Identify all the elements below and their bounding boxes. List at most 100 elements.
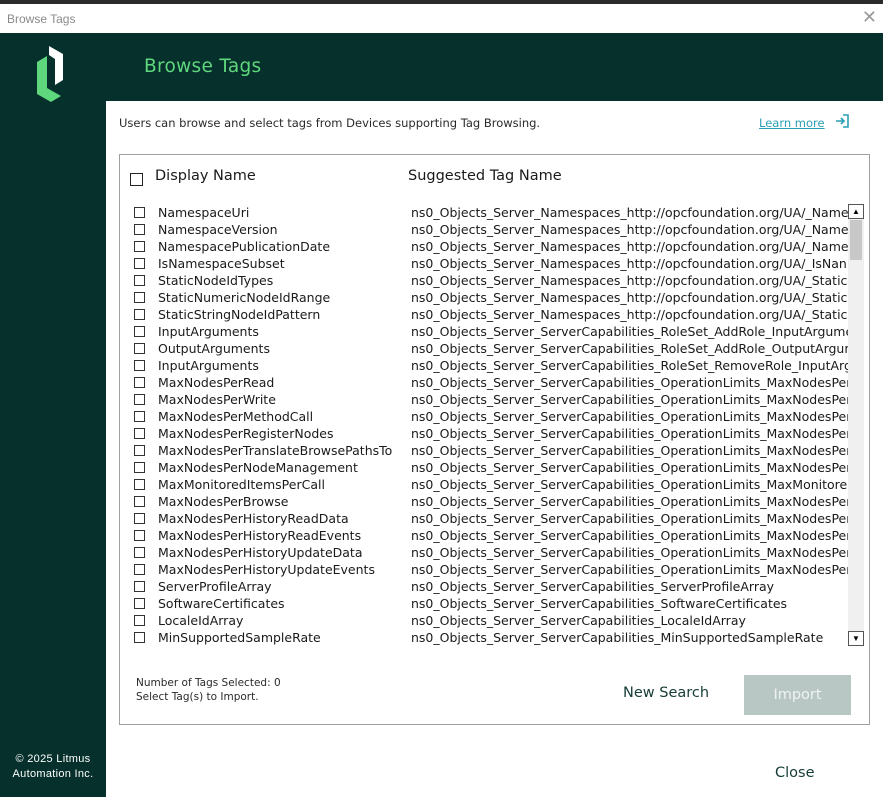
suggested-tag-cell: ns0_Objects_Server_ServerCapabilities_Op… <box>411 494 848 509</box>
row-checkbox[interactable] <box>134 615 145 626</box>
row-checkbox[interactable] <box>134 428 145 439</box>
tags-panel: Display Name Suggested Tag Name Namespac… <box>119 154 870 725</box>
display-name-cell: MaxMonitoredItemsPerCall <box>158 477 325 492</box>
table-row[interactable]: StaticStringNodeIdPattern ns0_Objects_Ser… <box>134 306 848 323</box>
table-row[interactable]: LocaleIdArray ns0_Objects_Server_ServerCa… <box>134 612 848 629</box>
scroll-down-icon[interactable]: ▼ <box>848 631 864 646</box>
row-checkbox[interactable] <box>134 445 145 456</box>
table-row[interactable]: MaxNodesPerBrowse ns0_Objects_Server_Serv… <box>134 493 848 510</box>
window-close-icon[interactable]: ✕ <box>862 7 877 28</box>
suggested-tag-cell: ns0_Objects_Server_Namespaces_http://opc… <box>411 307 848 322</box>
table-row[interactable]: MinSupportedSampleRate ns0_Objects_Server… <box>134 629 848 646</box>
table-row[interactable]: NamespacePublicationDate ns0_Objects_Serv… <box>134 238 848 255</box>
table-row[interactable]: MaxNodesPerHistoryReadData ns0_Objects_Se… <box>134 510 848 527</box>
table-row[interactable]: MaxNodesPerNodeManagement ns0_Objects_Ser… <box>134 459 848 476</box>
suggested-tag-cell: ns0_Objects_Server_Namespaces_http://opc… <box>411 239 848 254</box>
suggested-tag-cell: ns0_Objects_Server_ServerCapabilities_Op… <box>411 375 848 390</box>
external-link-icon[interactable] <box>834 113 850 134</box>
table-row[interactable]: ServerProfileArray ns0_Objects_Server_Ser… <box>134 578 848 595</box>
dialog-header: Browse Tags <box>106 33 883 101</box>
row-checkbox[interactable] <box>134 632 145 643</box>
row-checkbox[interactable] <box>134 513 145 524</box>
table-row[interactable]: MaxNodesPerHistoryUpdateData ns0_Objects_… <box>134 544 848 561</box>
display-name-cell: InputArguments <box>158 324 259 339</box>
row-checkbox[interactable] <box>134 496 145 507</box>
row-checkbox[interactable] <box>134 462 145 473</box>
row-checkbox[interactable] <box>134 377 145 388</box>
row-checkbox[interactable] <box>134 292 145 303</box>
suggested-tag-cell: ns0_Objects_Server_ServerCapabilities_Op… <box>411 562 848 577</box>
table-row[interactable]: MaxNodesPerHistoryUpdateEvents ns0_Object… <box>134 561 848 578</box>
suggested-tag-cell: ns0_Objects_Server_ServerCapabilities_Op… <box>411 443 848 458</box>
table-row[interactable]: StaticNodeIdTypes ns0_Objects_Server_Name… <box>134 272 848 289</box>
row-checkbox[interactable] <box>134 241 145 252</box>
scrollbar-thumb[interactable] <box>850 220 862 260</box>
table-row[interactable]: MaxNodesPerHistoryReadEvents ns0_Objects_… <box>134 527 848 544</box>
litmus-logo <box>33 44 67 111</box>
row-checkbox[interactable] <box>134 411 145 422</box>
table-row[interactable]: NamespaceVersion ns0_Objects_Server_Names… <box>134 221 848 238</box>
suggested-tag-cell: ns0_Objects_Server_ServerCapabilities_Op… <box>411 511 848 526</box>
display-name-cell: MaxNodesPerMethodCall <box>158 409 314 424</box>
row-checkbox[interactable] <box>134 564 145 575</box>
suggested-tag-cell: ns0_Objects_Server_ServerCapabilities_Op… <box>411 477 848 492</box>
suggested-tag-cell: ns0_Objects_Server_ServerCapabilities_Ro… <box>411 341 848 356</box>
row-checkbox[interactable] <box>134 581 145 592</box>
new-search-button[interactable]: New Search <box>623 685 709 701</box>
table-row[interactable]: MaxNodesPerTranslateBrowsePathsTo ns0_Obj… <box>134 442 848 459</box>
row-checkbox[interactable] <box>134 275 145 286</box>
display-name-cell: MaxNodesPerWrite <box>158 392 276 407</box>
table-row[interactable]: InputArguments ns0_Objects_Server_ServerC… <box>134 323 848 340</box>
table-row[interactable]: SoftwareCertificates ns0_Objects_Server_S… <box>134 595 848 612</box>
suggested-tag-cell: ns0_Objects_Server_ServerCapabilities_Op… <box>411 528 848 543</box>
table-row[interactable]: MaxNodesPerRegisterNodes ns0_Objects_Serv… <box>134 425 848 442</box>
row-checkbox[interactable] <box>134 309 145 320</box>
close-button[interactable]: Close <box>775 765 815 781</box>
display-name-cell: StaticNodeIdTypes <box>158 273 274 288</box>
table-row[interactable]: OutputArguments ns0_Objects_Server_Server… <box>134 340 848 357</box>
table-row[interactable]: MaxNodesPerMethodCall ns0_Objects_Server_… <box>134 408 848 425</box>
table-row[interactable]: NamespaceUri ns0_Objects_Server_Namespace… <box>134 204 848 221</box>
table-row[interactable]: StaticNumericNodeIdRange ns0_Objects_Serv… <box>134 289 848 306</box>
row-checkbox[interactable] <box>134 224 145 235</box>
display-name-cell: NamespaceUri <box>158 205 250 220</box>
suggested-tag-cell: ns0_Objects_Server_ServerCapabilities_Lo… <box>411 613 746 628</box>
select-all-checkbox[interactable] <box>130 173 143 186</box>
row-checkbox[interactable] <box>134 343 145 354</box>
display-name-cell: SoftwareCertificates <box>158 596 285 611</box>
scroll-up-icon[interactable]: ▲ <box>848 204 864 219</box>
suggested-tag-cell: ns0_Objects_Server_Namespaces_http://opc… <box>411 273 848 288</box>
display-name-cell: StaticNumericNodeIdRange <box>158 290 331 305</box>
suggested-tag-cell: ns0_Objects_Server_ServerCapabilities_Op… <box>411 426 848 441</box>
table-row[interactable]: MaxMonitoredItemsPerCall ns0_Objects_Serv… <box>134 476 848 493</box>
learn-more-link[interactable]: Learn more <box>759 116 825 130</box>
row-checkbox[interactable] <box>134 394 145 405</box>
suggested-tag-cell: ns0_Objects_Server_Namespaces_http://opc… <box>411 256 847 271</box>
table-row[interactable]: IsNamespaceSubset ns0_Objects_Server_Name… <box>134 255 848 272</box>
row-checkbox[interactable] <box>134 547 145 558</box>
table-row[interactable]: MaxNodesPerWrite ns0_Objects_Server_Serve… <box>134 391 848 408</box>
suggested-tag-cell: ns0_Objects_Server_ServerCapabilities_Op… <box>411 460 848 475</box>
row-checkbox[interactable] <box>134 479 145 490</box>
row-checkbox[interactable] <box>134 360 145 371</box>
column-header-suggested-tag: Suggested Tag Name <box>408 168 562 184</box>
display-name-cell: MaxNodesPerHistoryReadEvents <box>158 528 362 543</box>
row-checkbox[interactable] <box>134 258 145 269</box>
display-name-cell: InputArguments <box>158 358 259 373</box>
copyright-line-1: © 2025 Litmus <box>15 753 91 765</box>
suggested-tag-cell: ns0_Objects_Server_ServerCapabilities_Op… <box>411 545 848 560</box>
table-row[interactable]: MaxNodesPerRead ns0_Objects_Server_Server… <box>134 374 848 391</box>
suggested-tag-cell: ns0_Objects_Server_ServerCapabilities_Se… <box>411 579 775 594</box>
row-checkbox[interactable] <box>134 530 145 541</box>
vertical-scrollbar[interactable]: ▲ ▼ <box>848 204 864 646</box>
row-checkbox[interactable] <box>134 326 145 337</box>
row-checkbox[interactable] <box>134 598 145 609</box>
table-row[interactable]: InputArguments ns0_Objects_Server_ServerC… <box>134 357 848 374</box>
display-name-cell: MaxNodesPerRegisterNodes <box>158 426 334 441</box>
import-button[interactable]: Import <box>744 675 851 715</box>
row-checkbox[interactable] <box>134 207 145 218</box>
page-title: Browse Tags <box>144 56 262 77</box>
display-name-cell: StaticStringNodeIdPattern <box>158 307 321 322</box>
tag-list: NamespaceUri ns0_Objects_Server_Namespace… <box>134 204 848 646</box>
copyright: © 2025 Litmus Automation Inc. <box>0 752 106 782</box>
